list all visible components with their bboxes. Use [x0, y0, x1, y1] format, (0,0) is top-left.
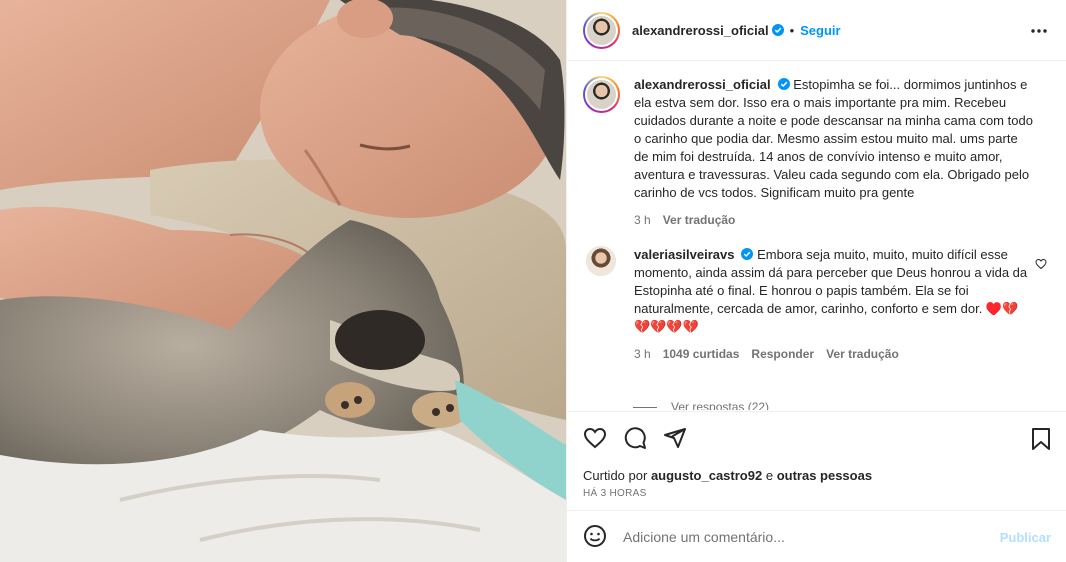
comment-item: valeriasilveiravs Embora seja muito, mui…: [583, 246, 1051, 363]
share-icon[interactable]: [663, 426, 687, 453]
comment-meta: 3 h 1049 curtidas Responder Ver tradução: [634, 345, 1029, 363]
comment-like-heart-icon[interactable]: [1035, 258, 1047, 273]
liked-suffix: e: [765, 468, 774, 483]
comment-translate-link[interactable]: Ver tradução: [826, 345, 899, 363]
author-username[interactable]: alexandrerossi_oficial: [632, 23, 769, 38]
reply-button[interactable]: Responder: [751, 345, 814, 363]
comment-input[interactable]: [623, 529, 983, 545]
caption-text-block: alexandrerossi_oficial Estopimha se foi.…: [634, 76, 1034, 202]
comment-time: 3 h: [634, 347, 651, 361]
caption-time: 3 h: [634, 213, 651, 227]
verified-icon: [777, 78, 790, 90]
heart-icon[interactable]: [583, 426, 607, 453]
comment-text-block: valeriasilveiravs Embora seja muito, mui…: [634, 246, 1029, 336]
separator-dot: •: [789, 22, 795, 38]
post-panel: alexandrerossi_oficial • Seguir alexandr…: [566, 0, 1066, 562]
action-icons: [583, 426, 687, 453]
post-photo[interactable]: [0, 0, 566, 562]
caption-translate-link[interactable]: Ver tradução: [663, 211, 736, 229]
caption-body: alexandrerossi_oficial Estopimha se foi.…: [634, 76, 1034, 229]
liked-others[interactable]: outras pessoas: [777, 468, 872, 483]
publish-button[interactable]: Publicar: [1000, 530, 1051, 545]
caption-meta: 3 h Ver tradução: [634, 211, 1034, 229]
comment-icon[interactable]: [623, 426, 647, 453]
follow-button[interactable]: Seguir: [800, 23, 840, 38]
verified-icon: [741, 248, 754, 260]
author-avatar[interactable]: [583, 11, 620, 49]
action-bar: Curtido por augusto_castro92 e outras pe…: [567, 411, 1066, 511]
author-name-group: alexandrerossi_oficial • Seguir: [632, 23, 841, 38]
caption-avatar[interactable]: [583, 76, 620, 113]
comment-body: valeriasilveiravs Embora seja muito, mui…: [634, 246, 1029, 363]
caption: alexandrerossi_oficial Estopimha se foi.…: [583, 76, 1051, 229]
caption-text: Estopimha se foi... dormimos juntinhos e…: [634, 77, 1033, 200]
comment-likes[interactable]: 1049 curtidas: [663, 345, 740, 363]
view-replies-link[interactable]: Ver respostas (22): [633, 400, 769, 410]
post-timestamp[interactable]: HÁ 3 HORAS: [583, 488, 647, 499]
liked-prefix: Curtido por: [583, 468, 648, 483]
verified-icon: [771, 24, 784, 36]
emoji-icon[interactable]: [583, 524, 607, 551]
commenter-username[interactable]: valeriasilveiravs: [634, 247, 734, 262]
photo-illustration: [0, 0, 566, 562]
liked-user[interactable]: augusto_castro92: [651, 468, 762, 483]
post-header: alexandrerossi_oficial • Seguir: [567, 0, 1066, 61]
commenter-avatar[interactable]: [586, 246, 616, 276]
comments-list[interactable]: alexandrerossi_oficial Estopimha se foi.…: [567, 62, 1066, 410]
caption-username[interactable]: alexandrerossi_oficial: [634, 77, 771, 92]
add-comment-bar: Publicar: [567, 512, 1066, 562]
more-icon[interactable]: [1029, 21, 1049, 41]
liked-by: Curtido por augusto_castro92 e outras pe…: [583, 468, 872, 483]
save-icon[interactable]: [1031, 428, 1051, 453]
